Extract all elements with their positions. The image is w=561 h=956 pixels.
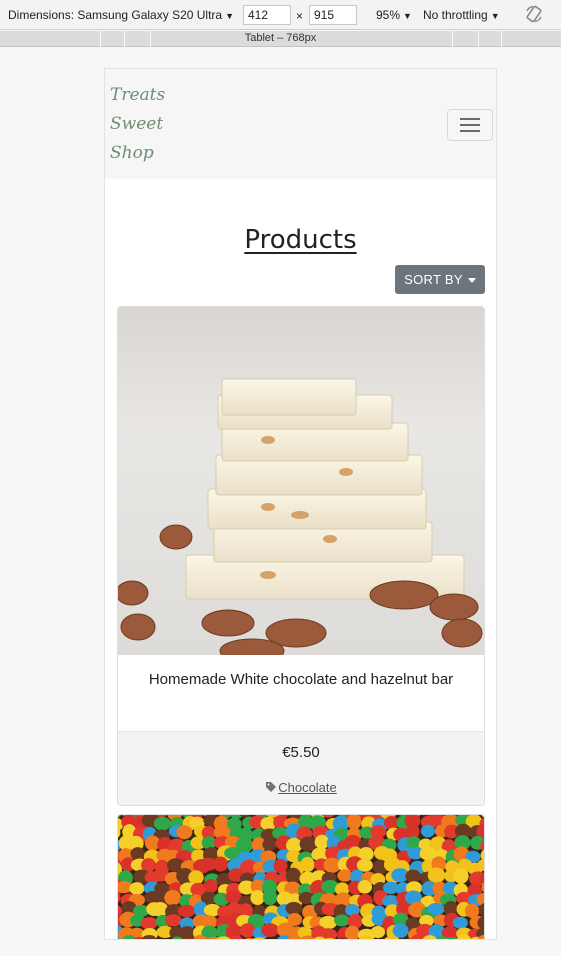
hamburger-icon bbox=[460, 124, 480, 126]
throttling-label: No throttling bbox=[423, 8, 488, 22]
product-category[interactable]: Chocolate bbox=[118, 780, 484, 795]
device-viewport: Treats Sweet Shop Products SORT BY Homem… bbox=[104, 68, 497, 940]
white-chocolate-image[interactable] bbox=[118, 307, 484, 655]
brand-line: Treats bbox=[110, 85, 166, 105]
rotate-icon[interactable] bbox=[524, 4, 544, 24]
times-sign: × bbox=[296, 9, 304, 23]
brand-logo[interactable]: Treats Sweet Shop bbox=[110, 81, 165, 168]
brand-line: Sweet bbox=[110, 114, 164, 134]
brand-line: Shop bbox=[110, 143, 154, 163]
caret-down-icon: ▼ bbox=[490, 11, 500, 21]
zoom-dropdown[interactable]: 95% ▼ bbox=[376, 8, 412, 22]
navbar-toggler-button[interactable] bbox=[447, 109, 493, 141]
sort-by-label: SORT BY bbox=[404, 272, 463, 287]
product-card: Homemade White chocolate and hazelnut ba… bbox=[117, 306, 485, 806]
product-name[interactable]: Homemade White chocolate and hazelnut ba… bbox=[118, 669, 484, 691]
colored-candies-image[interactable] bbox=[118, 815, 485, 940]
card-footer: €5.50 Chocolate bbox=[118, 731, 484, 805]
navbar: Treats Sweet Shop bbox=[105, 69, 496, 179]
category-link[interactable]: Chocolate bbox=[278, 780, 337, 795]
caret-down-icon: ▼ bbox=[403, 11, 412, 21]
media-query-bar: Tablet – 768px bbox=[0, 31, 561, 47]
throttling-dropdown[interactable]: No throttling ▼ bbox=[423, 8, 500, 22]
devtools-toolbar: Dimensions: Samsung Galaxy S20 Ultra ▼ 41… bbox=[0, 0, 561, 30]
height-input[interactable]: 915 bbox=[309, 5, 357, 25]
page-title: Products bbox=[244, 225, 357, 255]
product-card bbox=[117, 814, 485, 940]
caret-down-icon: ▼ bbox=[225, 11, 235, 21]
dimensions-label: Dimensions: Samsung Galaxy S20 Ultra bbox=[8, 8, 223, 22]
tag-icon bbox=[266, 782, 277, 792]
product-price: €5.50 bbox=[282, 744, 320, 761]
caret-down-icon bbox=[467, 278, 476, 284]
sort-by-button[interactable]: SORT BY bbox=[395, 265, 485, 294]
hamburger-icon bbox=[460, 118, 480, 120]
zoom-label: 95% bbox=[376, 8, 401, 22]
hamburger-icon bbox=[460, 130, 480, 132]
width-input[interactable]: 412 bbox=[243, 5, 291, 25]
breakpoint-label[interactable]: Tablet – 768px bbox=[0, 32, 561, 44]
dimensions-dropdown[interactable]: Dimensions: Samsung Galaxy S20 Ultra ▼ bbox=[8, 8, 234, 22]
